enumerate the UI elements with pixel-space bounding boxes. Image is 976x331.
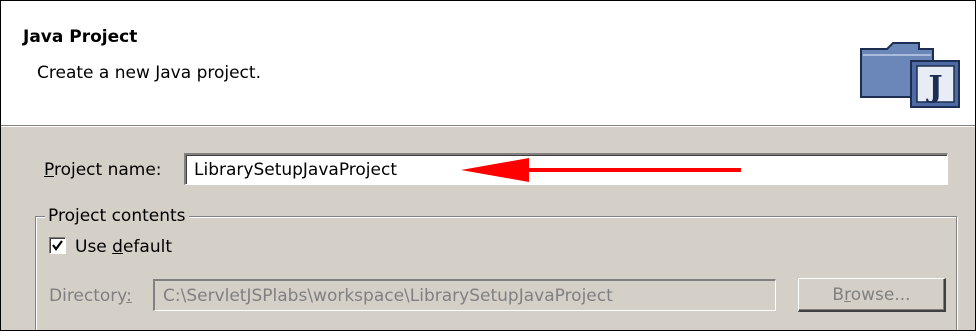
wizard-banner: Java Project Create a new Java project. … <box>1 1 975 125</box>
project-name-label: Project name: <box>44 160 162 180</box>
directory-label: Directory: <box>49 286 132 306</box>
red-arrow-icon <box>461 158 741 182</box>
directory-input[interactable] <box>163 284 763 308</box>
directory-field[interactable] <box>153 279 776 311</box>
svg-text:J: J <box>925 70 942 105</box>
checkmark-icon <box>52 240 63 251</box>
wizard-title: Java Project <box>23 27 138 47</box>
project-contents-group <box>35 216 957 330</box>
new-java-project-wizard: Java Project Create a new Java project. … <box>0 0 976 331</box>
use-default-checkbox[interactable] <box>49 237 66 254</box>
use-default-label[interactable]: Use default <box>75 237 172 257</box>
java-project-folder-icon: J <box>860 42 960 108</box>
project-contents-legend: Project contents <box>45 206 189 226</box>
browse-button[interactable]: Browse... <box>798 278 946 312</box>
wizard-description: Create a new Java project. <box>37 63 261 83</box>
